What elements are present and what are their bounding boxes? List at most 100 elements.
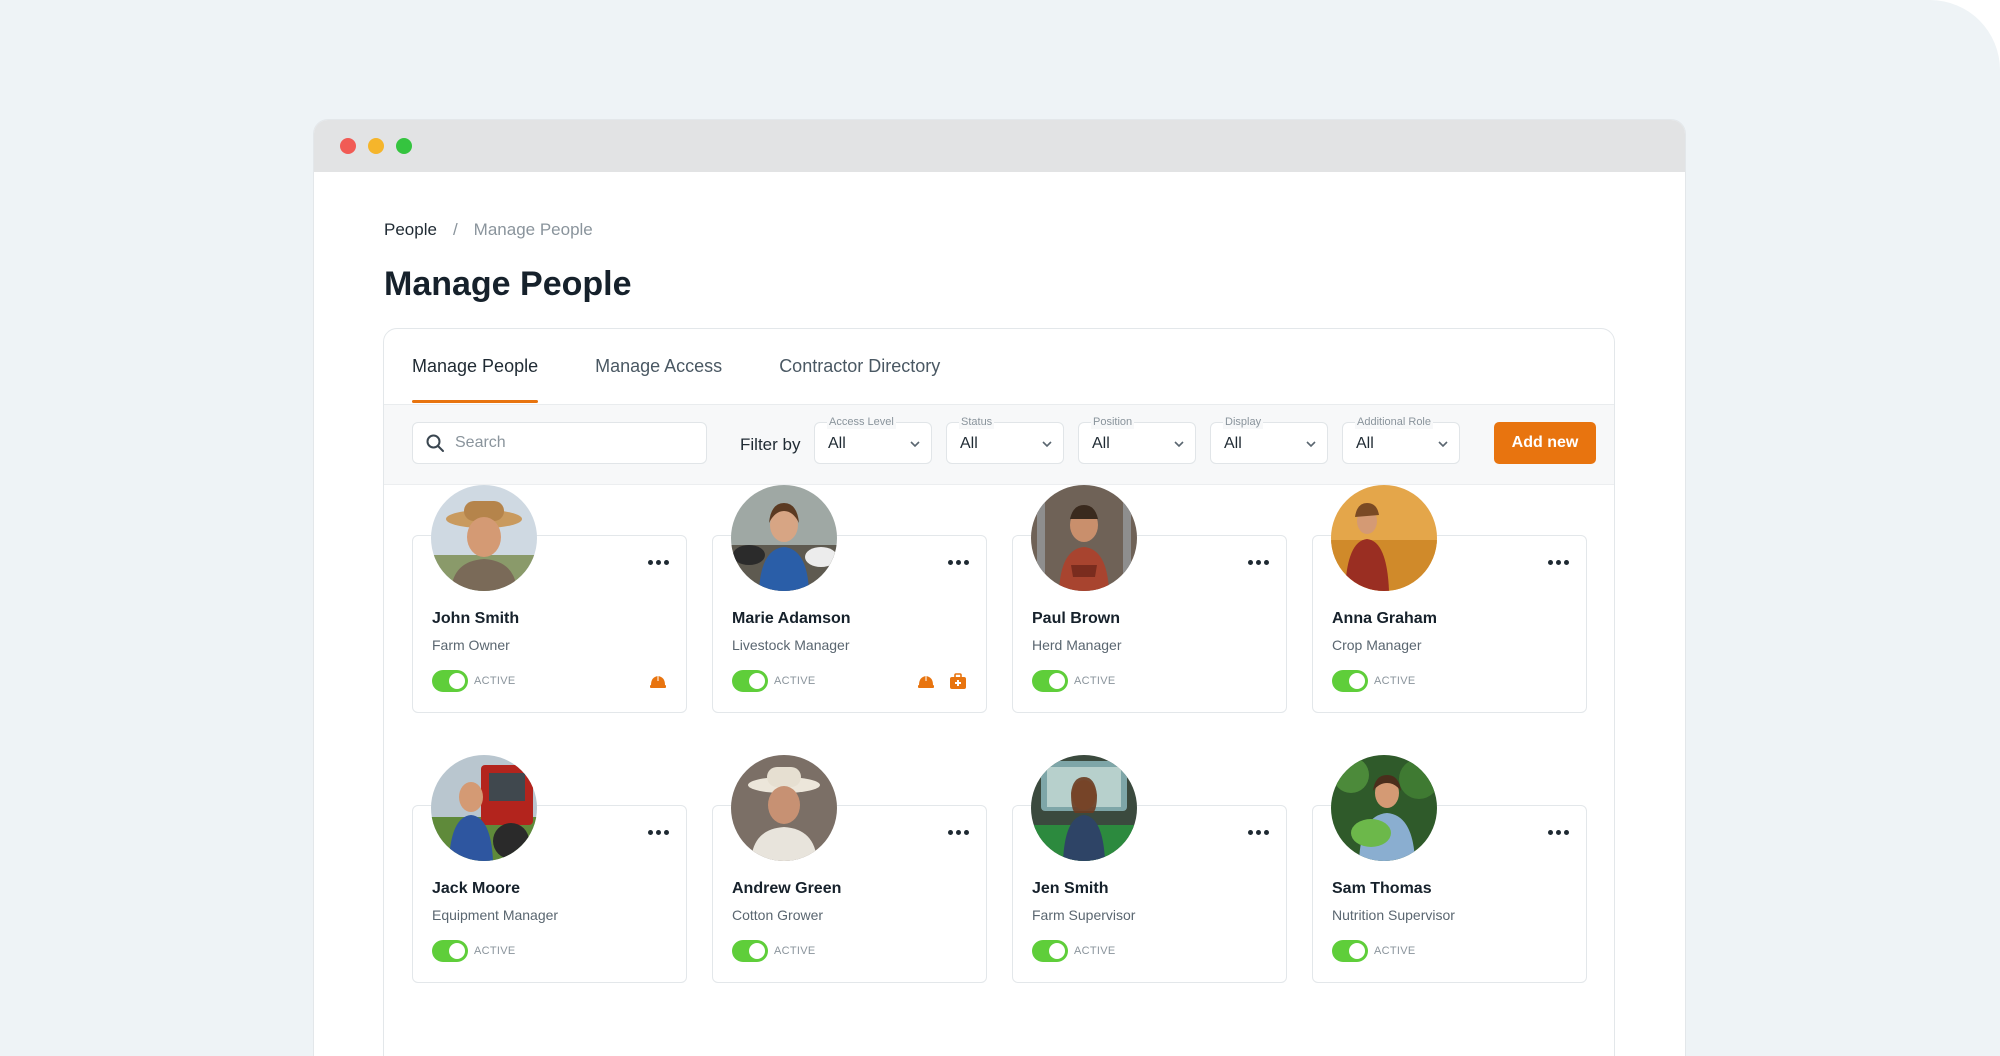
status-value: All [960,435,978,452]
avatar [431,485,537,591]
filter-by-label: Filter by [740,435,801,454]
person-card[interactable]: Andrew Green Cotton Grower ACTIVE [712,755,987,985]
tab-contractor-directory[interactable]: Contractor Directory [779,329,940,404]
person-name: Jack Moore [432,880,521,897]
breadcrumb: People / Manage People [384,220,593,240]
more-options-icon[interactable] [646,826,670,838]
person-card[interactable]: Sam Thomas Nutrition Supervisor ACTIVE [1312,755,1587,985]
avatar [431,755,537,861]
display-value: All [1224,435,1242,452]
more-options-icon[interactable] [1246,826,1270,838]
chevron-down-icon [1438,441,1448,448]
role-badges [648,671,668,691]
more-options-icon[interactable] [1246,556,1270,568]
minimize-window-button[interactable] [368,138,384,154]
person-name: Anna Graham [1332,610,1437,627]
access-level-label: Access Level [827,415,896,429]
active-toggle[interactable] [1032,670,1068,692]
filter-toolbar: Filter by Access Level All Status All Po… [384,405,1614,485]
search-icon [426,434,444,452]
chevron-down-icon [1174,441,1184,448]
active-toggle[interactable] [1332,940,1368,962]
status-text: ACTIVE [474,675,516,687]
tab-manage-people[interactable]: Manage People [412,329,539,404]
person-name: Andrew Green [732,880,842,897]
person-role: Herd Manager [1032,637,1122,653]
breadcrumb-people-link[interactable]: People [384,220,437,240]
breadcrumb-separator: / [452,220,458,239]
person-role: Crop Manager [1332,637,1422,653]
person-name: Paul Brown [1032,610,1121,627]
more-options-icon[interactable] [946,826,970,838]
close-window-button[interactable] [340,138,356,154]
role-badges [916,671,968,691]
hard-hat-icon [918,675,934,688]
more-options-icon[interactable] [1546,556,1570,568]
status-text: ACTIVE [1374,945,1416,957]
additional-role-select[interactable]: Additional Role All [1342,415,1460,464]
person-name: Sam Thomas [1332,880,1432,897]
person-role: Livestock Manager [732,637,850,653]
status-text: ACTIVE [1374,675,1416,687]
additional-role-value: All [1356,435,1374,452]
display-select[interactable]: Display All [1210,415,1328,464]
access-level-select[interactable]: Access Level All [814,415,932,464]
person-card[interactable]: Jack Moore Equipment Manager ACTIVE [412,755,687,985]
position-value: All [1092,435,1110,452]
page-title: Manage People [384,265,632,303]
more-options-icon[interactable] [646,556,670,568]
person-role: Farm Owner [432,637,510,653]
position-select[interactable]: Position All [1078,415,1196,464]
position-label: Position [1091,415,1135,429]
avatar [1031,755,1137,861]
maximize-window-button[interactable] [396,138,412,154]
tab-manage-access[interactable]: Manage Access [595,329,722,404]
status-text: ACTIVE [474,945,516,957]
search-box[interactable] [412,422,707,464]
status-text: ACTIVE [1074,675,1116,687]
status-text: ACTIVE [1074,945,1116,957]
person-name: John Smith [432,610,520,627]
active-toggle[interactable] [432,670,468,692]
avatar [731,485,837,591]
person-card[interactable]: Anna Graham Crop Manager ACTIVE [1312,485,1587,715]
person-name: Marie Adamson [732,610,851,627]
tab-bar: Manage People Manage Access Contractor D… [384,329,1614,405]
chevron-down-icon [1306,441,1316,448]
person-card[interactable]: Jen Smith Farm Supervisor ACTIVE [1012,755,1287,985]
hard-hat-icon [650,675,666,688]
active-toggle[interactable] [732,940,768,962]
person-role: Nutrition Supervisor [1332,907,1455,923]
people-grid: John Smith Farm Owner ACTIVE Marie Adams… [384,485,1616,1056]
breadcrumb-current: Manage People [473,220,593,239]
status-text: ACTIVE [774,675,816,687]
active-toggle[interactable] [732,670,768,692]
status-label: Status [959,415,995,429]
people-panel: Manage People Manage Access Contractor D… [383,328,1615,1056]
more-options-icon[interactable] [946,556,970,568]
person-role: Cotton Grower [732,907,824,923]
first-aid-kit-icon [950,673,966,689]
window-titlebar [314,120,1685,172]
active-toggle[interactable] [1032,940,1068,962]
more-options-icon[interactable] [1546,826,1570,838]
person-role: Equipment Manager [432,907,559,923]
status-text: ACTIVE [774,945,816,957]
chevron-down-icon [910,441,920,448]
additional-role-label: Additional Role [1355,415,1433,429]
avatar [1031,485,1137,591]
search-input[interactable] [455,434,695,452]
access-level-value: All [828,435,846,452]
add-new-button[interactable]: Add new [1494,422,1596,464]
active-toggle[interactable] [432,940,468,962]
person-card[interactable]: Marie Adamson Livestock Manager ACTIVE [712,485,987,715]
person-card[interactable]: Paul Brown Herd Manager ACTIVE [1012,485,1287,715]
status-select[interactable]: Status All [946,415,1064,464]
avatar [1331,755,1437,861]
display-label: Display [1223,415,1264,429]
person-role: Farm Supervisor [1032,907,1136,923]
active-toggle[interactable] [1332,670,1368,692]
chevron-down-icon [1042,441,1052,448]
person-card[interactable]: John Smith Farm Owner ACTIVE [412,485,687,715]
app-window: People / Manage People Manage People Man… [314,120,1685,1056]
